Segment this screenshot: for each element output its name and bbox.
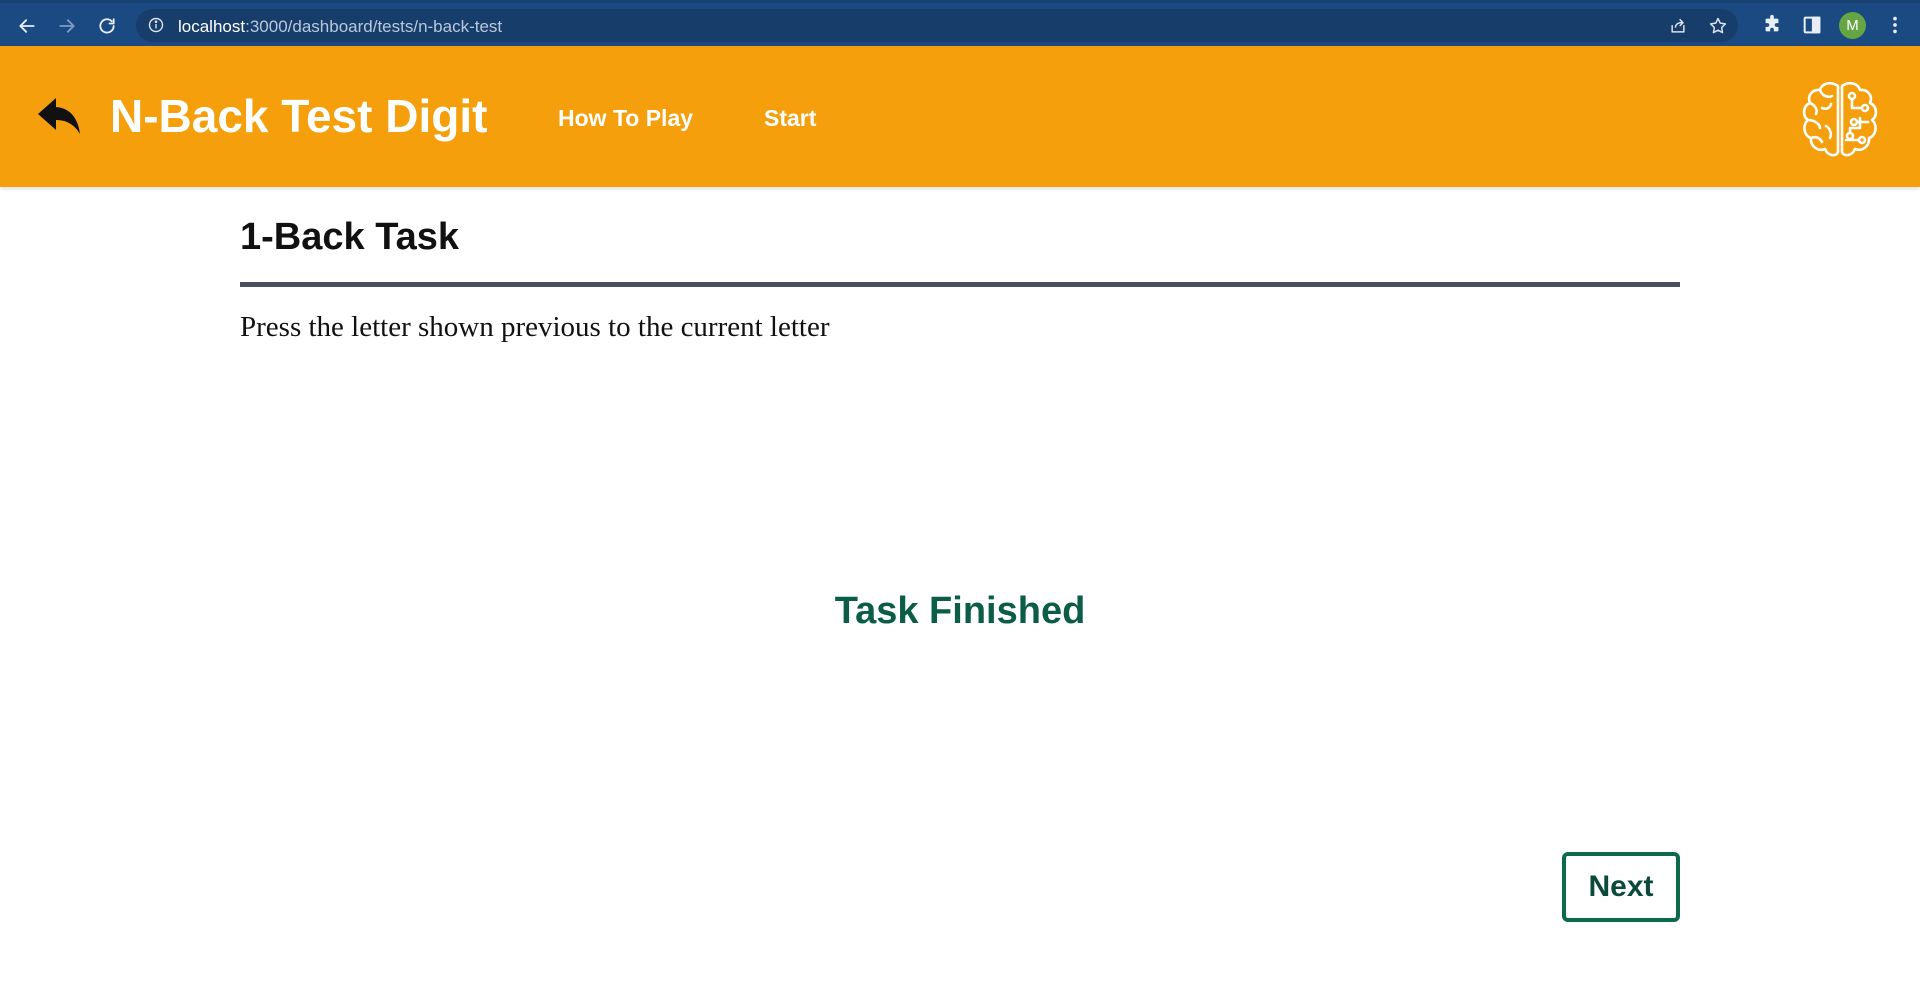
back-arrow-icon[interactable] [12,11,42,41]
puzzle-icon[interactable] [1761,14,1783,36]
profile-avatar[interactable]: M [1839,12,1866,39]
url-text[interactable]: localhost:3000/dashboard/tests/n-back-te… [178,17,502,37]
nav-how-to-play[interactable]: How To Play [558,104,693,132]
reload-icon[interactable] [92,11,122,41]
url-host: localhost [178,17,246,36]
app-header: N-Back Test Digit How To Play Start [0,46,1920,187]
task-instruction: Press the letter shown previous to the c… [240,311,830,343]
forward-arrow-icon[interactable] [52,11,82,41]
side-panel-icon[interactable] [1801,14,1823,36]
task-status: Task Finished [834,590,1086,632]
brain-circuit-icon [1802,81,1878,157]
task-title: 1-Back Task [240,216,459,258]
share-icon[interactable] [1668,16,1688,36]
star-icon[interactable] [1708,16,1728,36]
address-bar[interactable]: localhost:3000/dashboard/tests/n-back-te… [136,9,1738,42]
reply-arrow-icon[interactable] [36,94,84,138]
info-icon[interactable] [148,17,164,33]
next-button[interactable]: Next [1562,852,1680,922]
url-path: :3000/dashboard/tests/n-back-test [245,17,503,36]
app-title: N-Back Test Digit [110,90,488,142]
title-divider [240,282,1680,287]
nav-start[interactable]: Start [764,104,816,132]
browser-toolbar: localhost:3000/dashboard/tests/n-back-te… [0,0,1920,46]
kebab-menu-icon[interactable] [1884,14,1906,36]
